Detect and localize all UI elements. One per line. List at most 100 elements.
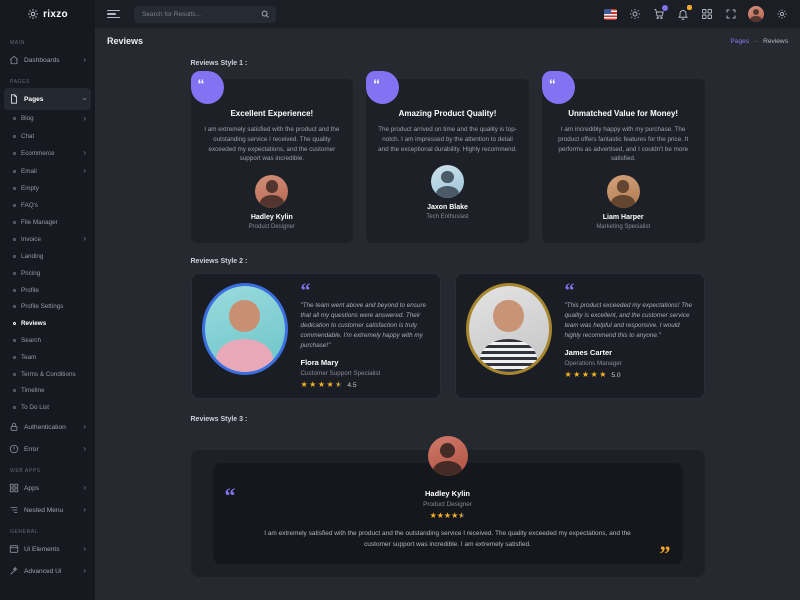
sidebar-item-profile[interactable]: Profile (0, 282, 95, 299)
lock-icon (9, 422, 19, 432)
page-title: Reviews (107, 36, 143, 46)
sidebar-item-blog[interactable]: Blog › (0, 110, 95, 128)
chevron-right-icon: › (83, 567, 86, 575)
reviewer-photo (466, 283, 552, 375)
reviewer-avatar (255, 175, 288, 208)
bullet-icon (13, 373, 16, 376)
bullet-icon (13, 305, 16, 308)
chevron-right-icon: › (83, 56, 86, 64)
style1-label: Reviews Style 1 : (191, 60, 705, 67)
sidebar-item-landing[interactable]: Landing (0, 248, 95, 265)
sidebar-section-general: GENERAL (0, 526, 95, 538)
global-search (134, 6, 276, 23)
sidebar-item-ui-elements[interactable]: Ui Elements › (0, 538, 95, 560)
reviewer-avatar (431, 165, 464, 198)
bullet-icon (13, 152, 16, 155)
sidebar-item-pages[interactable]: Pages › (4, 88, 91, 110)
sidebar-item-dashboards[interactable]: Dashboards › (0, 49, 95, 71)
bullet-icon (13, 255, 16, 258)
review-card: “ Amazing Product Quality! The product a… (366, 79, 529, 243)
review-card: “ Unmatched Value for Money! I am incred… (542, 79, 705, 243)
breadcrumb-parent-link[interactable]: Pages (730, 38, 749, 45)
sidebar-item-terms[interactable]: Terms & Conditions (0, 366, 95, 383)
sidebar-item-timeline[interactable]: Timeline (0, 383, 95, 400)
sidebar: MAIN Dashboards › PAGES Pages › Blog › C… (0, 28, 95, 600)
chevron-right-icon: › (83, 484, 86, 492)
sidebar-item-profile-settings[interactable]: Profile Settings (0, 299, 95, 316)
page-header: Reviews Pages → Reviews (95, 28, 800, 50)
sidebar-item-advanced-ui[interactable]: Advanced Ui › (0, 560, 95, 582)
home-icon (9, 55, 19, 65)
sidebar-section-web-apps: WEB APPS (0, 465, 95, 477)
logo-text: rixzo (43, 9, 68, 20)
search-icon[interactable] (260, 9, 270, 19)
sidebar-item-team[interactable]: Team (0, 349, 95, 366)
sidebar-item-authentication[interactable]: Authentication › (0, 416, 95, 438)
breadcrumb: Pages → Reviews (730, 38, 788, 45)
sidebar-item-file-manager[interactable]: File Manager (0, 214, 95, 231)
sidebar-item-reviews[interactable]: Reviews (0, 315, 95, 332)
chevron-right-icon: › (83, 115, 86, 123)
bullet-icon (13, 406, 16, 409)
review-inner-panel: “ ” Hadley Kylin Product Designer ★★★★★★… (213, 463, 683, 564)
advanced-ui-icon (9, 566, 19, 576)
style2-label: Reviews Style 2 : (191, 258, 705, 265)
grid-icon (9, 483, 19, 493)
sidebar-item-nested-menu[interactable]: Nested Menu › (0, 499, 95, 521)
sidebar-item-ecommerce[interactable]: Ecommerce › (0, 145, 95, 163)
quote-close-icon: ” (660, 547, 671, 560)
review-card: “ Excellent Experience! I am extremely s… (191, 79, 354, 243)
sidebar-item-email[interactable]: Email › (0, 162, 95, 180)
fullscreen-icon[interactable] (724, 8, 737, 21)
quote-open-icon: “ (366, 71, 399, 104)
quote-open-icon: “ (191, 71, 224, 104)
bullet-icon (13, 322, 16, 325)
topbar: rixzo (0, 0, 800, 28)
menu-toggle-icon[interactable] (107, 10, 120, 19)
bullet-icon (13, 170, 16, 173)
bullet-icon (13, 339, 16, 342)
sidebar-item-todo[interactable]: To Do List (0, 399, 95, 416)
theme-toggle-sun-icon[interactable] (628, 8, 641, 21)
bullet-icon (13, 221, 16, 224)
file-icon (9, 94, 19, 104)
notifications-badge (687, 5, 692, 10)
cart-icon[interactable] (652, 8, 665, 21)
search-input[interactable] (140, 10, 260, 19)
sidebar-item-empty[interactable]: Empty (0, 180, 95, 197)
review-card: “ "This product exceeded my expectations… (455, 273, 705, 399)
sidebar-item-invoice[interactable]: Invoice › (0, 230, 95, 248)
chevron-right-icon: › (83, 149, 86, 157)
user-avatar[interactable] (748, 6, 764, 22)
review-card: “ "The team went above and beyond to ens… (191, 273, 441, 399)
chevron-down-icon: › (81, 98, 89, 101)
language-flag-icon[interactable] (604, 8, 617, 21)
chevron-right-icon: › (83, 167, 86, 175)
sidebar-item-search[interactable]: Search (0, 332, 95, 349)
reviewer-photo (202, 283, 288, 375)
chevron-right-icon: › (83, 235, 86, 243)
app-logo[interactable]: rixzo (0, 0, 95, 28)
rating: ★★★★★★ 4.5 (301, 381, 430, 389)
main-content: Reviews Pages → Reviews Reviews Style 1 … (95, 0, 800, 577)
reviewer-avatar (607, 175, 640, 208)
settings-gear-icon[interactable] (775, 8, 788, 21)
sidebar-item-pricing[interactable]: Pricing (0, 265, 95, 282)
logo-gear-icon (27, 8, 39, 20)
sidebar-item-chat[interactable]: Chat (0, 128, 95, 145)
sidebar-item-apps[interactable]: Apps › (0, 477, 95, 499)
chevron-right-icon: › (83, 545, 86, 553)
topbar-actions (604, 6, 800, 22)
bullet-icon (13, 238, 16, 241)
sidebar-item-error[interactable]: Error › (0, 438, 95, 460)
style1-grid: “ Excellent Experience! I am extremely s… (191, 79, 705, 243)
star-rating-icons: ★★★★★ (565, 371, 607, 379)
breadcrumb-current: Reviews (763, 38, 788, 45)
bullet-icon (13, 117, 16, 120)
review-card: “ ” Hadley Kylin Product Designer ★★★★★★… (191, 450, 705, 577)
sidebar-section-pages: PAGES (0, 76, 95, 88)
apps-grid-icon[interactable] (700, 8, 713, 21)
notifications-bell-icon[interactable] (676, 8, 689, 21)
sidebar-item-faqs[interactable]: FAQ's (0, 197, 95, 214)
bullet-icon (13, 204, 16, 207)
